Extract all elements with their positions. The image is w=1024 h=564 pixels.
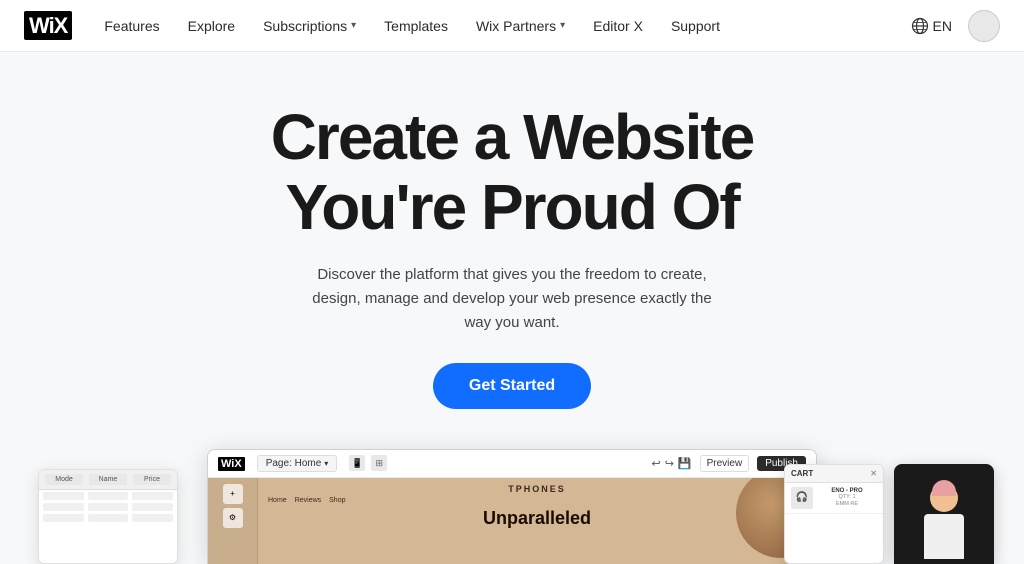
get-started-button[interactable]: Get Started (433, 363, 591, 409)
cart-header: CART ✕ (785, 465, 883, 483)
editor-topbar: WiX Page: Home ▾ 📱 ⊞ ↩ ↪ 💾 Preview Publi… (208, 450, 816, 478)
person-hair (932, 480, 956, 496)
table-cell (88, 492, 129, 500)
chevron-down-icon: ▾ (351, 20, 356, 31)
table-cell (132, 503, 173, 511)
chevron-down-icon: ▾ (560, 20, 565, 31)
table-row (43, 503, 173, 511)
table-header: Mode Name Price (39, 470, 177, 490)
col-mode: Mode (45, 474, 83, 485)
lang-label: EN (933, 18, 952, 34)
canvas-brand-name: TPHONES (268, 484, 806, 494)
chevron-down-icon: ▾ (324, 459, 328, 468)
nav-support[interactable]: Support (671, 18, 720, 34)
editor-tool-icons: 📱 ⊞ (349, 455, 387, 471)
canvas-nav-shop: Shop (329, 497, 345, 504)
person-head (930, 484, 958, 512)
layout-icon[interactable]: ⊞ (371, 455, 387, 471)
nav-right: EN (911, 10, 1000, 42)
table-cell (88, 503, 129, 511)
cart-item: 🎧 ENO - PRO QTY: 1 EMM RE (785, 483, 883, 514)
col-price: Price (133, 474, 171, 485)
undo-redo-group: ↩ ↪ 💾 (651, 457, 691, 470)
cart-title: CART (791, 469, 813, 478)
canvas-main-area: TPHONES Home Reviews Shop Unparalleled (258, 478, 816, 564)
table-cell (43, 503, 84, 511)
table-cell (43, 492, 84, 500)
nav-wix-partners[interactable]: Wix Partners ▾ (476, 18, 565, 34)
table-cell (132, 492, 173, 500)
redo-button[interactable]: ↪ (665, 457, 674, 470)
nav-editor-x[interactable]: Editor X (593, 18, 643, 34)
preview-area: Mode Name Price (20, 449, 1004, 564)
nav-explore[interactable]: Explore (188, 18, 235, 34)
canvas-nav-links: Home Reviews Shop (268, 497, 806, 504)
wix-logo[interactable]: WiX (24, 13, 72, 39)
nav-features[interactable]: Features (104, 18, 159, 34)
navbar: WiX Features Explore Subscriptions ▾ Tem… (0, 0, 1024, 52)
canvas-tool-settings[interactable]: ⚙ (223, 508, 243, 528)
nav-templates[interactable]: Templates (384, 18, 448, 34)
canvas-tool-add[interactable]: + (223, 484, 243, 504)
nav-links: Features Explore Subscriptions ▾ Templat… (104, 18, 910, 34)
col-name: Name (89, 474, 127, 485)
cart-item-details: ENO - PRO QTY: 1 EMM RE (817, 488, 877, 508)
close-icon[interactable]: ✕ (870, 469, 877, 478)
table-rows (39, 490, 177, 527)
cart-item-desc: QTY: 1 EMM RE (817, 494, 877, 508)
mobile-icon[interactable]: 📱 (349, 455, 365, 471)
table-row (43, 492, 173, 500)
cart-item-image: 🎧 (791, 487, 813, 509)
table-row (43, 514, 173, 522)
editor-page-tab[interactable]: Page: Home ▾ (257, 455, 338, 472)
editor-logo: WiX (218, 456, 245, 470)
hero-title: Create a Website You're Proud Of (20, 102, 1004, 243)
hero-subtitle: Discover the platform that gives you the… (312, 263, 712, 335)
editor-canvas: + ⚙ TPHONES Home Reviews Shop Unparallel… (208, 478, 816, 564)
language-selector[interactable]: EN (911, 17, 952, 35)
table-preview: Mode Name Price (38, 469, 178, 564)
person-figure (909, 474, 979, 564)
table-cell (132, 514, 173, 522)
hero-section: Create a Website You're Proud Of Discove… (0, 52, 1024, 564)
table-cell (43, 514, 84, 522)
save-icon[interactable]: 💾 (678, 457, 692, 470)
nav-subscriptions[interactable]: Subscriptions ▾ (263, 18, 356, 34)
canvas-headline: Unparalleled (268, 509, 806, 529)
canvas-content: + ⚙ TPHONES Home Reviews Shop Unparallel… (208, 478, 816, 564)
canvas-nav-reviews: Reviews (295, 497, 321, 504)
user-avatar-button[interactable] (968, 10, 1000, 42)
canvas-toolbar: + ⚙ (208, 478, 258, 564)
person-thumbnail (894, 464, 994, 564)
editor-preview: WiX Page: Home ▾ 📱 ⊞ ↩ ↪ 💾 Preview Publi… (207, 449, 817, 564)
globe-icon (911, 17, 929, 35)
preview-button[interactable]: Preview (700, 455, 750, 472)
table-cell (88, 514, 129, 522)
person-body (924, 514, 964, 559)
canvas-nav-home: Home (268, 497, 287, 504)
undo-button[interactable]: ↩ (651, 457, 660, 470)
cart-preview: CART ✕ 🎧 ENO - PRO QTY: 1 EMM RE (784, 464, 884, 564)
